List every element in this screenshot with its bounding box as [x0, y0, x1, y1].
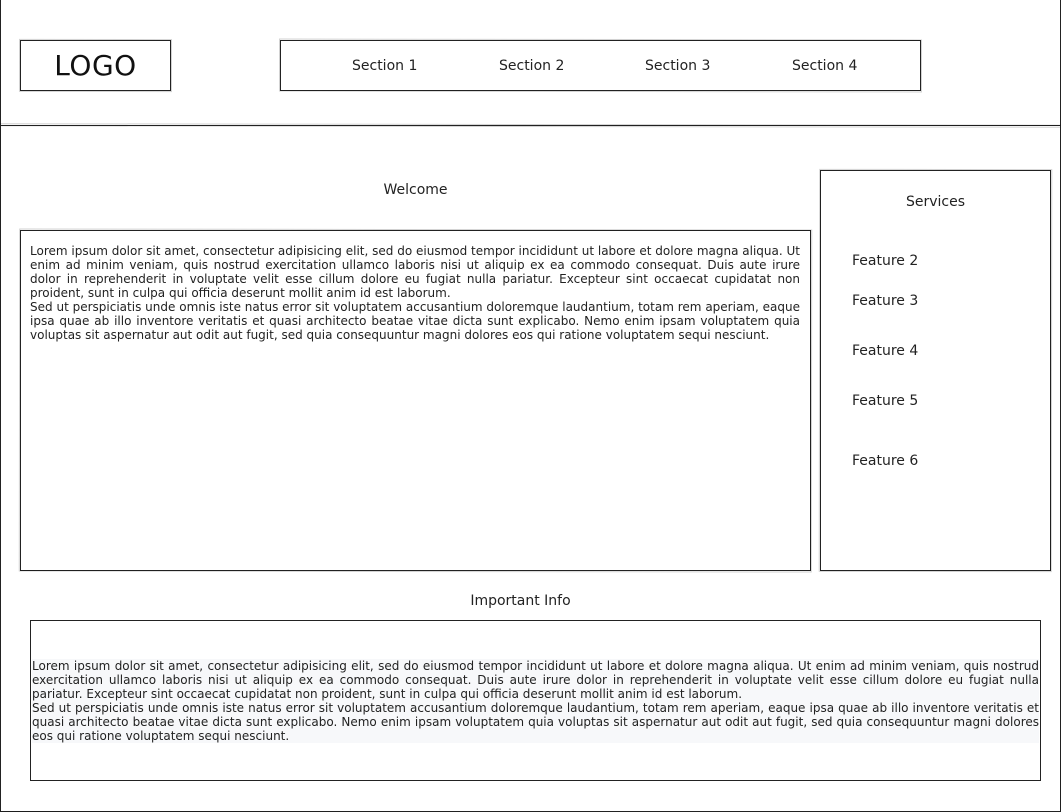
services-title: Services [905, 194, 966, 210]
logo: LOGO [54, 49, 137, 82]
nav-bar: Section 1 Section 2 Section 3 Section 4 [280, 40, 921, 91]
important-info-content: Lorem ipsum dolor sit amet, consectetur … [30, 620, 1041, 781]
nav-section-3[interactable]: Section 3 [645, 58, 710, 74]
nav-section-4[interactable]: Section 4 [792, 58, 857, 74]
nav-section-2[interactable]: Section 2 [499, 58, 564, 74]
feature-2-link[interactable]: Feature 2 [852, 253, 918, 269]
nav-section-1[interactable]: Section 1 [352, 58, 417, 74]
wireframe-page: LOGO Section 1 Section 2 Section 3 Secti… [0, 0, 1061, 812]
logo-box[interactable]: LOGO [20, 40, 171, 91]
feature-6-link[interactable]: Feature 6 [852, 453, 918, 469]
feature-4-link[interactable]: Feature 4 [852, 343, 918, 359]
info-paragraph-1: Lorem ipsum dolor sit amet, consectetur … [32, 659, 1039, 701]
welcome-paragraph-2: Sed ut perspiciatis unde omnis iste natu… [30, 300, 800, 342]
services-panel: Services Feature 2 Feature 3 Feature 4 F… [820, 170, 1051, 571]
important-info-text: Lorem ipsum dolor sit amet, consectetur … [32, 659, 1039, 743]
feature-5-link[interactable]: Feature 5 [852, 393, 918, 409]
feature-3-link[interactable]: Feature 3 [852, 293, 918, 309]
info-paragraph-2: Sed ut perspiciatis unde omnis iste natu… [32, 701, 1039, 743]
welcome-content: Lorem ipsum dolor sit amet, consectetur … [20, 230, 811, 571]
important-info-title: Important Info [470, 593, 571, 609]
welcome-paragraph-1: Lorem ipsum dolor sit amet, consectetur … [30, 244, 800, 300]
welcome-title: Welcome [383, 182, 448, 198]
